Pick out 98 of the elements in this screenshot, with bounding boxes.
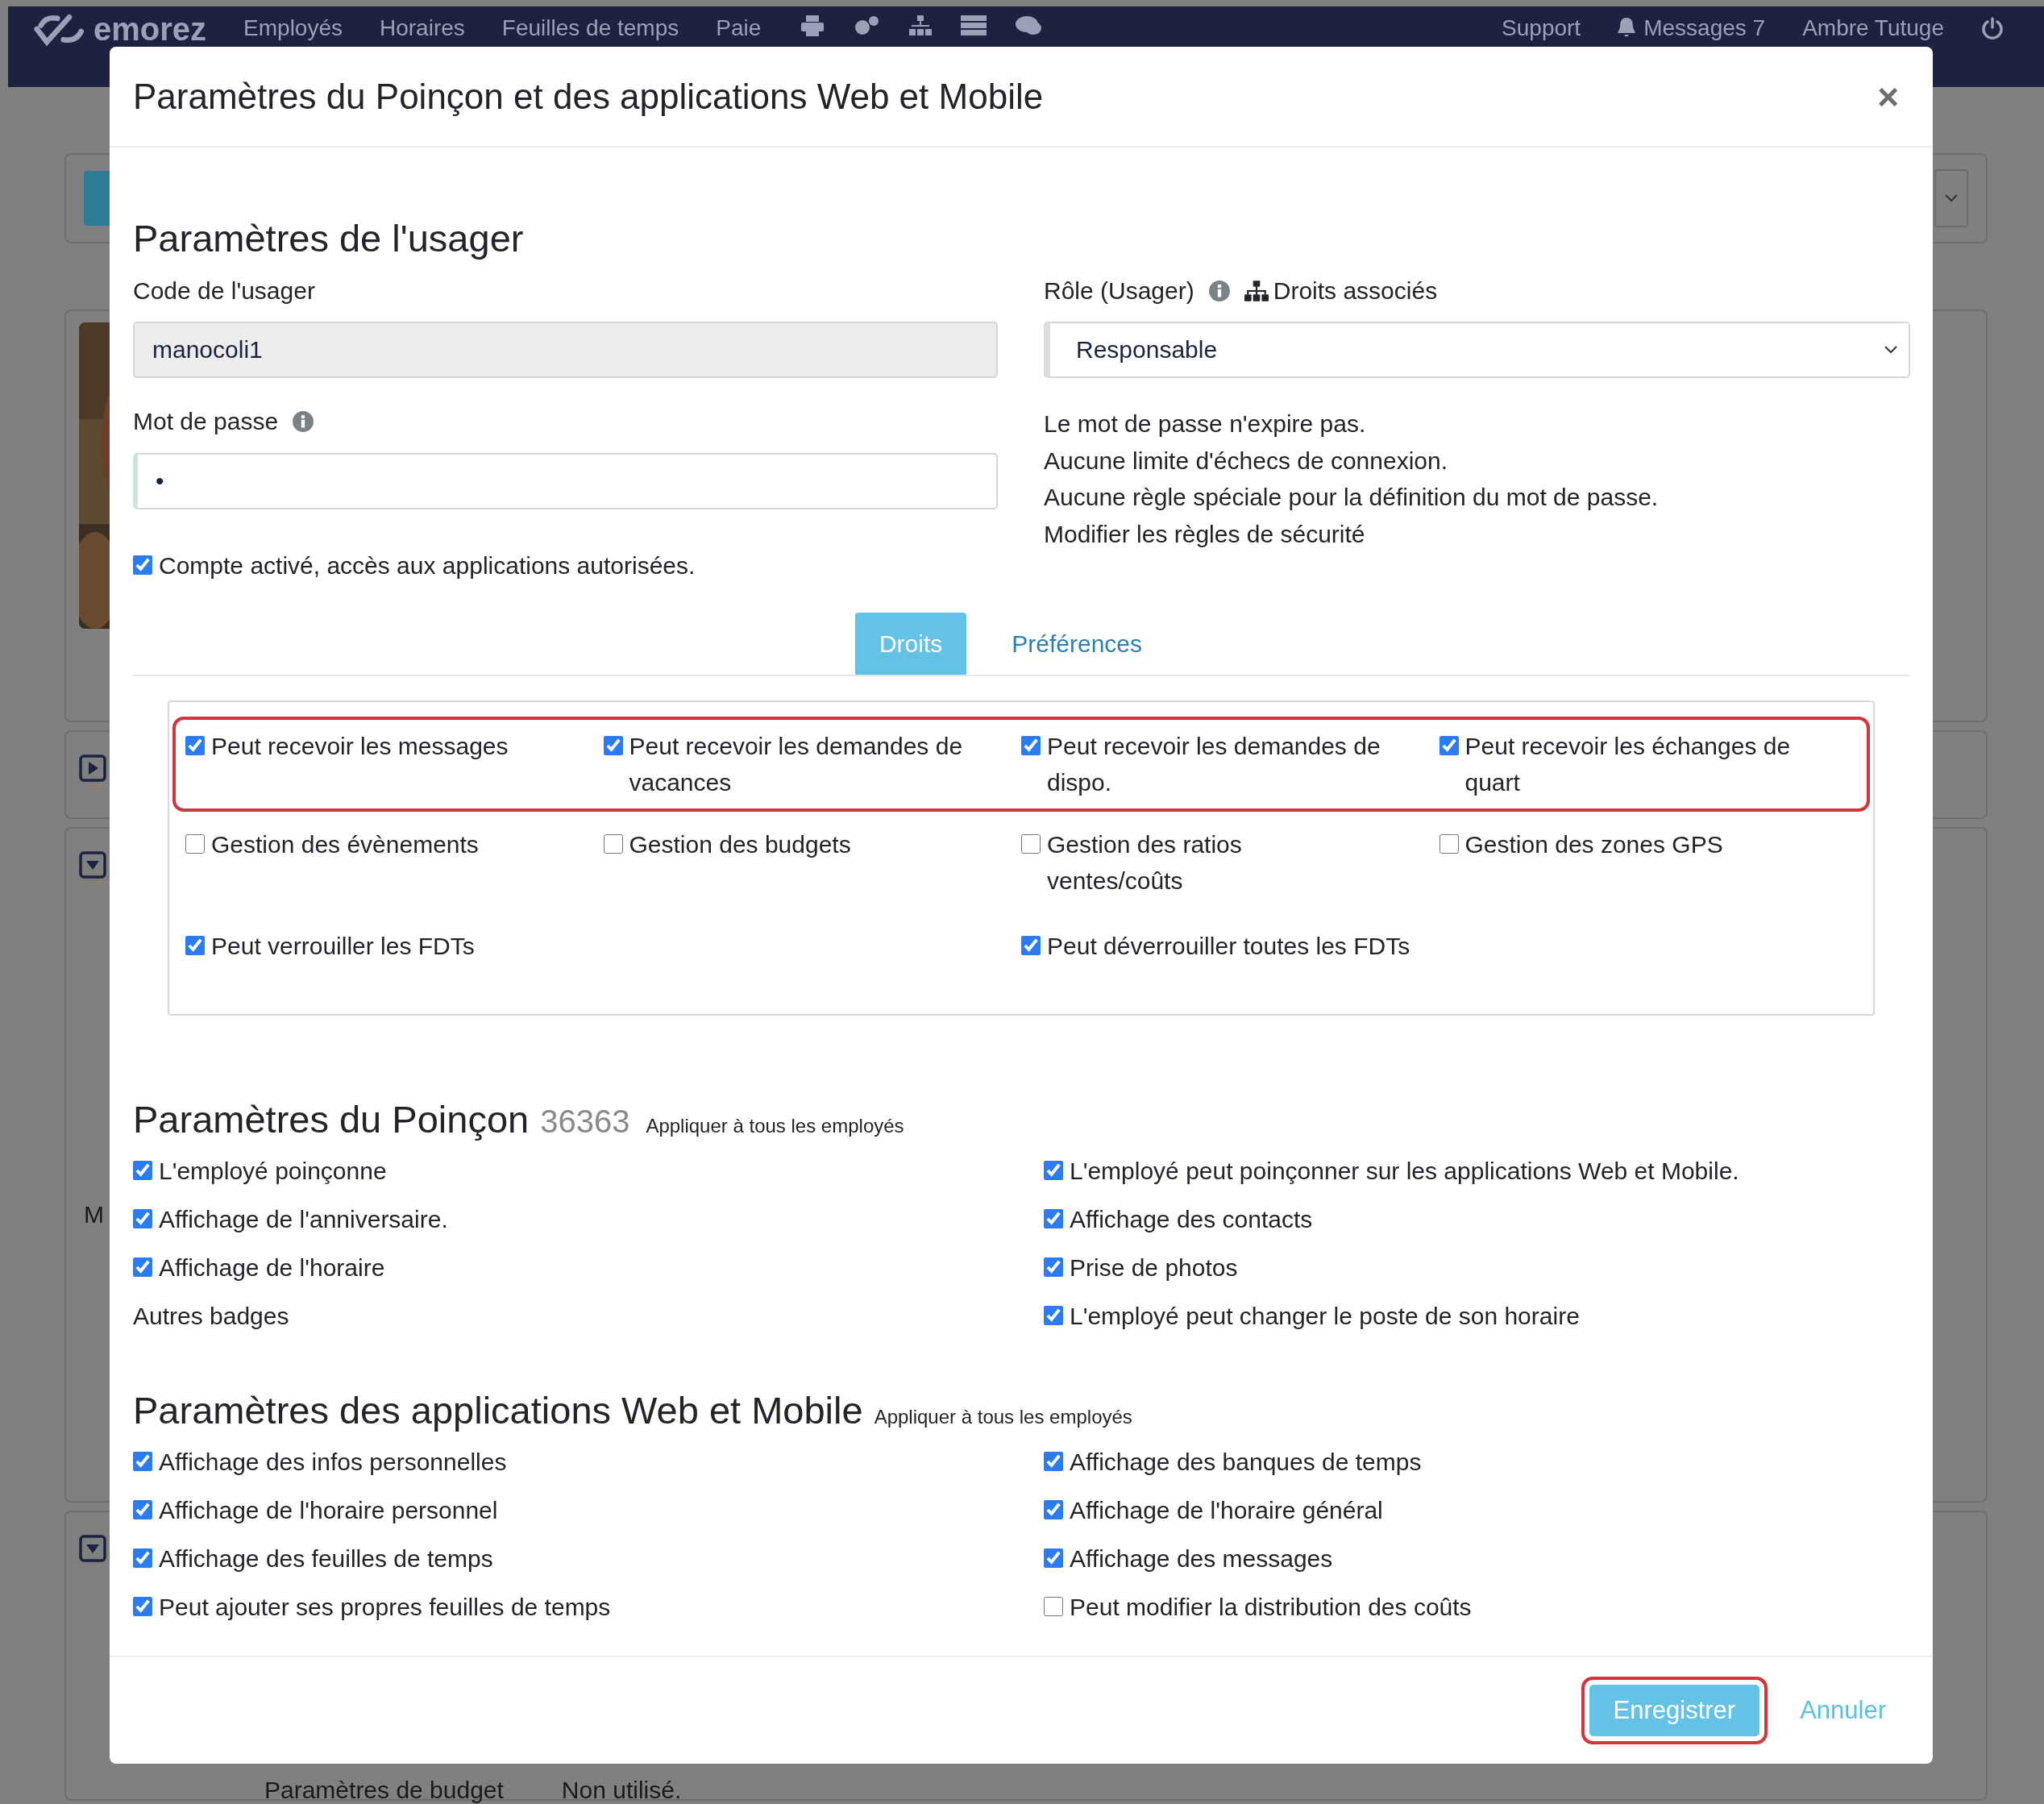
checkbox[interactable] <box>185 736 205 755</box>
security-note: Aucune règle spéciale pour la définition du mot de passe. <box>1044 483 1660 512</box>
checkbox-label[interactable]: Prise de photos <box>1070 1249 1238 1286</box>
tab[interactable]: Préférences <box>987 613 1167 675</box>
logo-text[interactable]: emorez <box>93 12 207 46</box>
field-label: Mot de passe <box>133 407 279 436</box>
checkbox-label[interactable]: Peut déverrouiller toutes les FDTs <box>1047 928 1410 964</box>
field-label: Code de l'usager <box>133 276 315 306</box>
checkbox[interactable] <box>603 736 623 755</box>
checkbox[interactable] <box>133 555 152 575</box>
checkbox-label[interactable]: Affichage de l'horaire personnel <box>159 1492 498 1528</box>
security-note: Aucune limite d'échecs de connexion. <box>1044 446 1449 476</box>
checkbox[interactable] <box>133 1452 152 1471</box>
checkbox-label[interactable]: L'employé poinçonne <box>159 1153 387 1189</box>
dialog-title: Paramètres du Poinçon et des applications Web et Mobile <box>133 76 1044 117</box>
nav-link[interactable]: Paie <box>716 15 762 42</box>
checkbox-label[interactable]: Gestion des zones GPS <box>1464 826 1723 863</box>
checkbox[interactable] <box>185 834 205 854</box>
section-heading: Paramètres des applications Web et Mobile <box>133 1388 863 1433</box>
checkbox[interactable] <box>1044 1452 1063 1471</box>
checkbox-label[interactable]: Peut recevoir les demandes de vacances <box>629 728 965 800</box>
nav-link[interactable]: Support <box>1502 15 1581 42</box>
server-icon[interactable] <box>961 15 987 36</box>
field-value: Non utilisé. <box>561 1777 682 1804</box>
bell-icon <box>1618 18 1636 39</box>
checkbox-label[interactable]: Gestion des évènements <box>211 826 479 863</box>
security-note: Modifier les règles de sécurité <box>1044 519 1366 549</box>
messages-link[interactable]: Messages 7 <box>1618 15 1766 42</box>
checkbox[interactable] <box>1021 834 1041 854</box>
punch-number: 36363 <box>540 1104 630 1140</box>
nav-link[interactable]: Feuilles de temps <box>501 15 679 42</box>
caret-icon <box>1945 194 1958 202</box>
checkbox[interactable] <box>133 1597 152 1616</box>
checkbox-label[interactable]: Affichage des messages <box>1070 1540 1333 1577</box>
section-heading: Paramètres de l'usager <box>133 216 525 261</box>
checkbox-label[interactable]: L'employé peut poinçonner sur les applications Web et Mobile. <box>1070 1153 1739 1189</box>
nav-link[interactable]: Employés <box>243 15 343 42</box>
info-icon[interactable] <box>293 411 314 432</box>
checkbox[interactable] <box>1044 1500 1063 1519</box>
checkbox[interactable] <box>1044 1257 1063 1277</box>
checkbox-label[interactable]: Compte activé, accès aux applications autorisées. <box>159 547 696 584</box>
collapse-icon[interactable] <box>79 851 106 879</box>
chat-icon[interactable] <box>1016 15 1042 36</box>
checkbox-label[interactable]: Peut ajouter ses propres feuilles de temps <box>159 1589 611 1625</box>
sitemap-icon <box>1244 281 1269 301</box>
checkbox[interactable] <box>185 936 205 955</box>
checkbox-label[interactable]: Affichage des banques de temps <box>1070 1444 1422 1480</box>
checkbox[interactable] <box>1044 1209 1063 1228</box>
sitemap-icon[interactable] <box>909 15 933 36</box>
role-select[interactable]: Responsable <box>1044 322 1910 378</box>
checkbox-label[interactable]: Gestion des ratios ventes/coûts <box>1047 826 1383 899</box>
checkbox[interactable] <box>133 1500 152 1519</box>
user-menu[interactable]: Ambre Tutuge <box>1802 15 1944 42</box>
printer-icon[interactable] <box>801 15 825 36</box>
apply-all-link[interactable]: Appliquer à tous les employés <box>646 1115 904 1137</box>
checkbox[interactable] <box>1044 1306 1063 1325</box>
checkbox-label[interactable]: Peut modifier la distribution des coûts <box>1070 1589 1472 1625</box>
checkbox[interactable] <box>133 1161 152 1180</box>
password-field[interactable]: • <box>133 453 998 509</box>
checkbox[interactable] <box>133 1209 152 1228</box>
checkbox-label[interactable]: Affichage de l'horaire <box>159 1249 385 1286</box>
rights-link[interactable]: Droits associés <box>1244 276 1438 306</box>
field-label: M <box>84 1201 104 1228</box>
checkbox-label[interactable]: Peut recevoir les demandes de dispo. <box>1047 728 1383 800</box>
checkbox[interactable] <box>603 834 623 854</box>
checkbox-label[interactable]: Peut recevoir les échanges de quart <box>1464 728 1801 800</box>
field-label: Rôle (Usager) <box>1044 276 1194 306</box>
info-icon[interactable] <box>1208 281 1230 301</box>
power-icon[interactable] <box>1981 17 2004 39</box>
checkbox[interactable] <box>133 1548 152 1568</box>
checkbox[interactable] <box>1439 834 1459 854</box>
checkbox[interactable] <box>1044 1548 1063 1568</box>
checkbox[interactable] <box>1044 1161 1063 1180</box>
checkbox[interactable] <box>1021 936 1041 955</box>
checkbox-label[interactable]: Affichage des infos personnelles <box>159 1444 507 1480</box>
close-button[interactable]: × <box>1872 77 1904 115</box>
checkbox[interactable] <box>133 1257 152 1277</box>
collapse-icon[interactable] <box>79 1535 106 1562</box>
checkbox-label[interactable]: L'employé peut changer le poste de son horaire <box>1070 1298 1580 1334</box>
checkbox-label[interactable]: Affichage de l'horaire général <box>1070 1492 1383 1528</box>
section-heading: Paramètres du Poinçon <box>133 1097 530 1142</box>
checkbox-label[interactable]: Peut verrouiller les FDTs <box>211 928 475 964</box>
checkbox-label[interactable]: Affichage des feuilles de temps <box>159 1540 493 1577</box>
checkbox[interactable] <box>1044 1597 1063 1616</box>
security-note: Le mot de passe n'expire pas. <box>1044 409 1367 439</box>
apply-all-link[interactable]: Appliquer à tous les employés <box>874 1406 1132 1428</box>
option-label: Autres badges <box>133 1302 289 1331</box>
checkbox[interactable] <box>1021 736 1041 755</box>
checkbox-label[interactable]: Peut recevoir les messages <box>211 728 509 764</box>
checkbox-label[interactable]: Gestion des budgets <box>629 826 851 863</box>
checkbox-label[interactable]: Affichage de l'anniversaire. <box>159 1201 448 1237</box>
nav-link[interactable]: Horaires <box>380 15 465 42</box>
play-icon[interactable] <box>79 754 106 782</box>
checkbox[interactable] <box>1439 736 1459 755</box>
caret-icon <box>1884 346 1897 354</box>
field-label: Paramètres de budget <box>264 1777 504 1804</box>
checkbox-label[interactable]: Affichage des contacts <box>1070 1201 1313 1237</box>
side-button[interactable] <box>84 171 111 226</box>
